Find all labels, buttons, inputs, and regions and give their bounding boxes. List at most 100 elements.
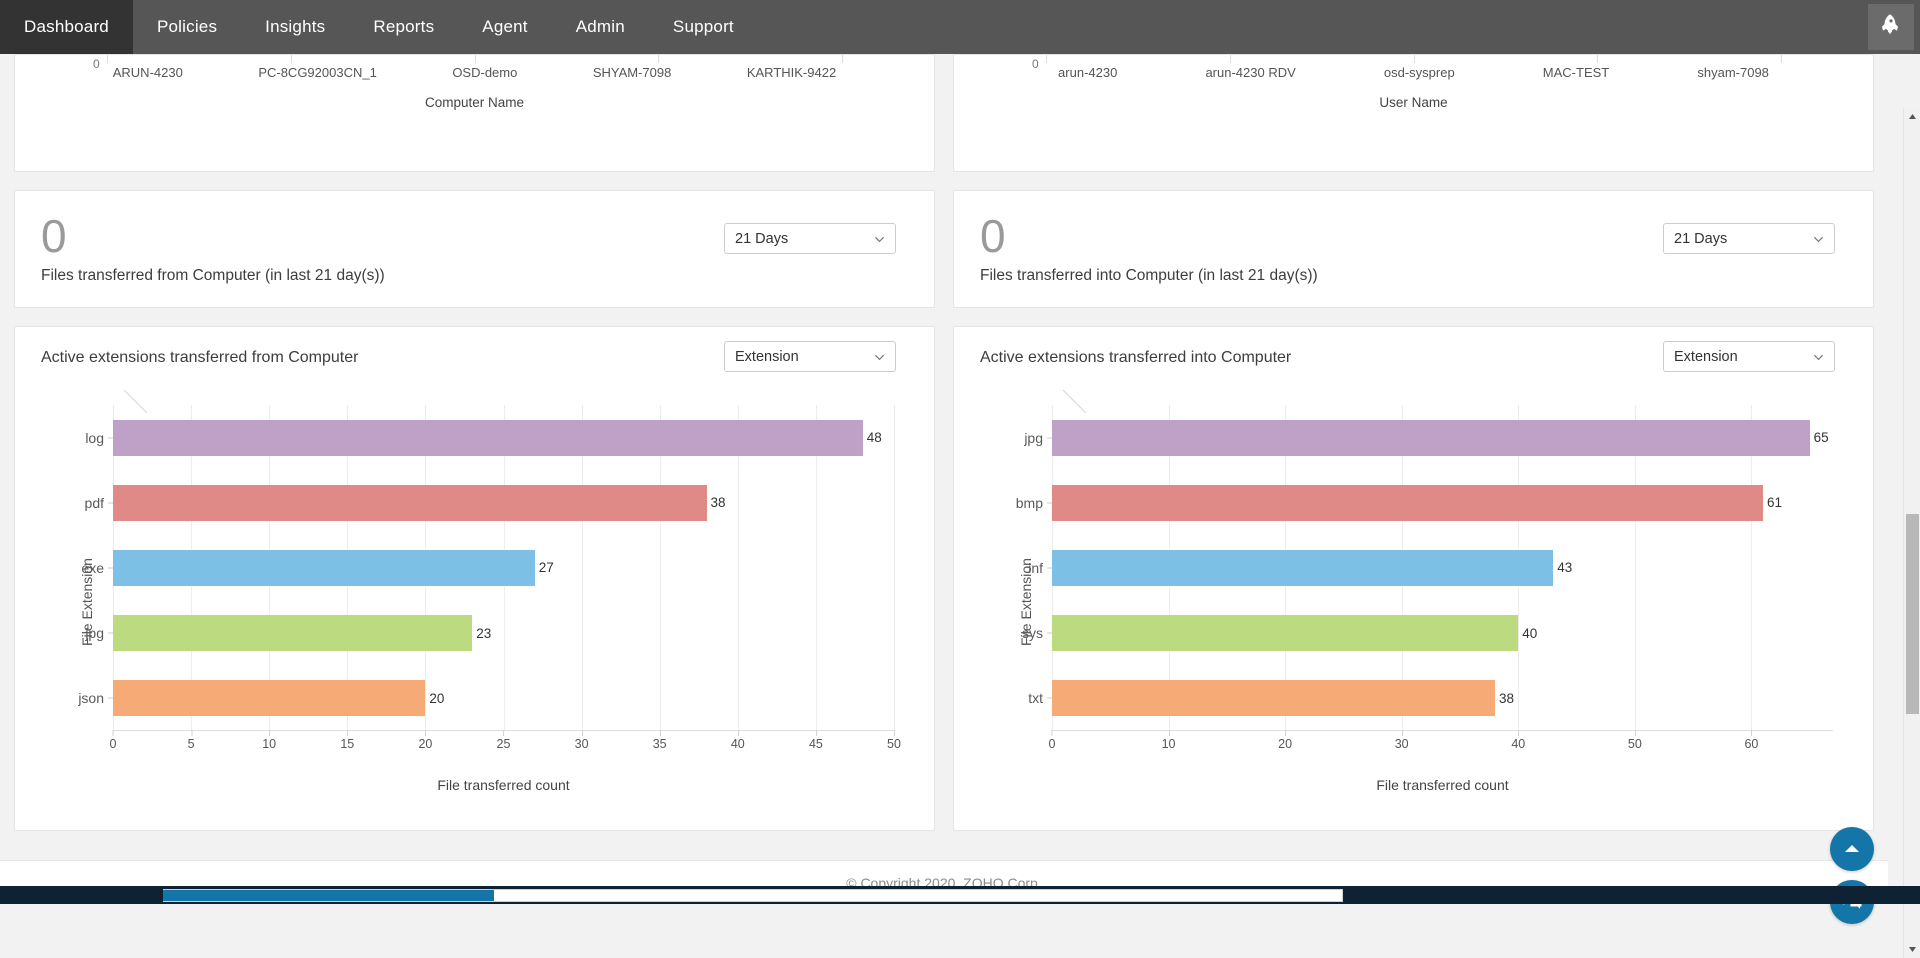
bar-row[interactable]: pdf38 <box>113 470 894 535</box>
nav-item-label: Dashboard <box>24 17 109 37</box>
bar-value-label: 43 <box>1557 560 1572 575</box>
axis-tick-label: ARUN-4230 <box>113 65 183 80</box>
horizontal-scrollbar-thumb[interactable] <box>163 890 494 901</box>
bar-category-label: inf <box>1028 560 1043 576</box>
vertical-scrollbar[interactable] <box>1903 108 1920 958</box>
axis-tick-label: arun-4230 <box>1058 65 1117 80</box>
bar[interactable] <box>113 420 863 456</box>
extensions-into-computer-group-dropdown[interactable]: Extension <box>1663 341 1835 372</box>
bar-row[interactable]: inf43 <box>1052 535 1833 600</box>
bar-category-label: bmp <box>1016 495 1043 511</box>
x-axis-tick-mark <box>269 730 270 736</box>
bar-category-label: jpg <box>1024 430 1043 446</box>
bar[interactable] <box>1052 680 1495 716</box>
extensions-from-computer-plot: File Extension log48pdf38exe27jpg23json2… <box>15 387 934 817</box>
bar-row[interactable]: jpg23 <box>113 601 894 666</box>
chevron-down-icon <box>1813 233 1824 244</box>
bar-row[interactable]: json20 <box>113 666 894 731</box>
files-from-computer-caption: Files transferred from Computer (in last… <box>41 267 385 285</box>
axis-tick-mark <box>291 55 292 63</box>
axis-tick-label: osd-sysprep <box>1384 65 1455 80</box>
scrollbar-up-arrow-icon[interactable] <box>1904 108 1920 125</box>
axis-tick-label: SHYAM-7098 <box>593 65 672 80</box>
x-axis-tick-mark <box>504 730 505 736</box>
axis-tick-mark <box>658 55 659 63</box>
x-axis-tick-mark <box>1052 730 1053 736</box>
bar[interactable] <box>113 615 472 651</box>
axis-tick-label: PC-8CG92003CN_1 <box>258 65 377 80</box>
x-axis-tick-label: 35 <box>653 737 667 751</box>
bar[interactable] <box>113 485 707 521</box>
nav-item-label: Insights <box>265 17 325 37</box>
category-tick-mark <box>108 567 113 568</box>
extensions-into-computer-xlabel: File transferred count <box>1052 777 1833 793</box>
nav-item-admin[interactable]: Admin <box>552 0 649 54</box>
vertical-scrollbar-thumb[interactable] <box>1906 514 1919 714</box>
x-axis-tick-label: 0 <box>110 737 117 751</box>
bar[interactable] <box>113 550 535 586</box>
horizontal-scrollbar-left-cap <box>0 886 163 904</box>
extensions-from-computer-group-dropdown[interactable]: Extension <box>724 341 896 372</box>
x-axis-tick-label: 20 <box>1278 737 1292 751</box>
x-axis-tick-label: 30 <box>1395 737 1409 751</box>
x-axis-tick-label: 10 <box>1162 737 1176 751</box>
nav-item-policies[interactable]: Policies <box>133 0 241 54</box>
axis-tick-label: KARTHIK-9422 <box>747 65 836 80</box>
user-name-chart-card: 0 arun-4230arun-4230 RDVosd-sysprepMAC-T… <box>953 54 1874 172</box>
bar[interactable] <box>113 680 425 716</box>
horizontal-scrollbar[interactable] <box>0 886 1920 904</box>
scroll-to-top-button[interactable] <box>1830 827 1874 871</box>
files-into-computer-period-dropdown[interactable]: 21 Days <box>1663 223 1835 254</box>
files-from-computer-period-dropdown[interactable]: 21 Days <box>724 223 896 254</box>
bar-value-label: 38 <box>1499 691 1514 706</box>
extensions-from-computer-xticks: 05101520253035404550 <box>113 737 894 757</box>
nav-item-support[interactable]: Support <box>649 0 758 54</box>
bar-row[interactable]: bmp61 <box>1052 470 1833 535</box>
top-left-chart-axis-title: Computer Name <box>15 95 934 110</box>
x-axis-tick-mark <box>191 730 192 736</box>
nav-item-insights[interactable]: Insights <box>241 0 349 54</box>
scrollbar-down-arrow-icon[interactable] <box>1904 941 1920 958</box>
bar[interactable] <box>1052 615 1518 651</box>
x-axis-tick-label: 25 <box>497 737 511 751</box>
x-axis-tick-mark <box>1751 730 1752 736</box>
computer-name-chart-card: 0 ARUN-4230PC-8CG92003CN_1OSD-demoSHYAM-… <box>14 54 935 172</box>
bar[interactable] <box>1052 420 1810 456</box>
axis-tick-label: OSD-demo <box>452 65 517 80</box>
nav-item-reports[interactable]: Reports <box>349 0 458 54</box>
nav-item-label: Support <box>673 17 734 37</box>
bar-row[interactable]: sys40 <box>1052 601 1833 666</box>
axis-tick-mark <box>842 55 843 63</box>
bar[interactable] <box>1052 485 1763 521</box>
x-axis-tick-label: 60 <box>1744 737 1758 751</box>
bar[interactable] <box>1052 550 1553 586</box>
extensions-from-computer-group-value: Extension <box>735 349 799 365</box>
bar-row[interactable]: exe27 <box>113 535 894 600</box>
bar-row[interactable]: jpg65 <box>1052 405 1833 470</box>
top-right-chart-axis-title: User Name <box>954 95 1873 110</box>
bar-category-label: json <box>78 690 104 706</box>
category-tick-mark <box>108 698 113 699</box>
category-tick-mark <box>1047 698 1052 699</box>
nav-item-dashboard[interactable]: Dashboard <box>0 0 133 54</box>
axis-tick-mark <box>107 55 108 63</box>
x-axis-tick-label: 5 <box>188 737 195 751</box>
bar-value-label: 23 <box>476 626 491 641</box>
bar-row[interactable]: log48 <box>113 405 894 470</box>
x-axis-tick-label: 45 <box>809 737 823 751</box>
extensions-into-computer-group-value: Extension <box>1674 349 1738 365</box>
axis-tick-mark <box>1230 55 1231 63</box>
extensions-from-computer-bars: log48pdf38exe27jpg23json20 <box>113 405 894 731</box>
x-axis-tick-mark <box>1169 730 1170 736</box>
nav-item-agent[interactable]: Agent <box>458 0 551 54</box>
bar-row[interactable]: txt38 <box>1052 666 1833 731</box>
rocket-icon-button[interactable] <box>1868 4 1914 50</box>
category-tick-mark <box>1047 437 1052 438</box>
x-axis-tick-label: 15 <box>340 737 354 751</box>
top-charts-row: 0 ARUN-4230PC-8CG92003CN_1OSD-demoSHYAM-… <box>0 54 1888 172</box>
x-axis-tick-mark <box>894 730 895 736</box>
axis-tick-mark <box>1046 55 1047 63</box>
axis-tick-mark <box>475 55 476 63</box>
x-axis-tick-label: 30 <box>575 737 589 751</box>
extension-charts-row: Active extensions transferred from Compu… <box>0 326 1888 831</box>
